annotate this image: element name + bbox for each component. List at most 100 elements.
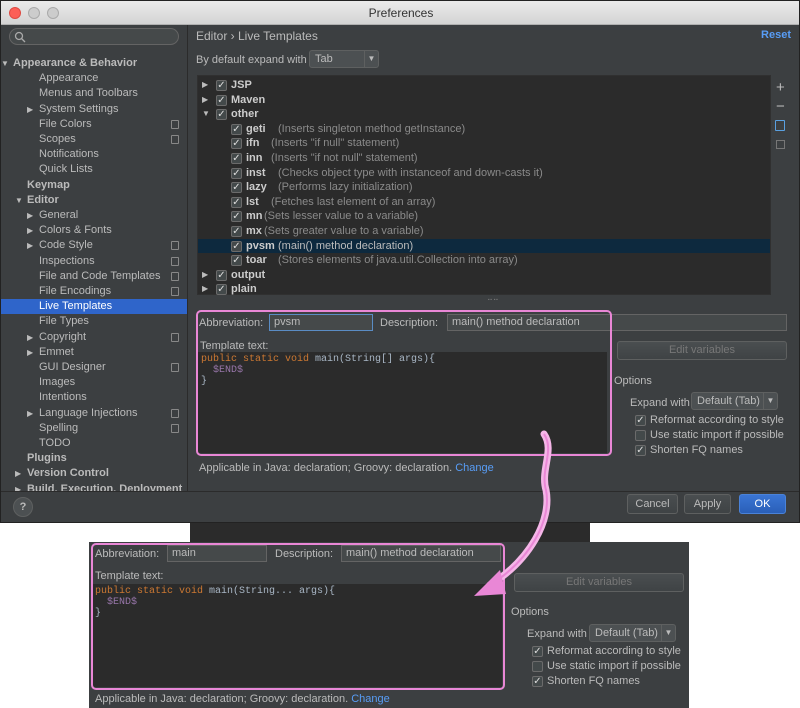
collapsed-arrow-icon[interactable]: ▶ [15, 466, 21, 481]
sidebar-item[interactable]: Notifications [1, 147, 187, 162]
collapsed-arrow-icon[interactable]: ▶ [202, 282, 208, 297]
sidebar-item[interactable]: Spelling [1, 421, 187, 436]
zoom-window-button[interactable] [47, 7, 59, 19]
edit-variables-button[interactable]: Edit variables [617, 341, 787, 360]
collapsed-arrow-icon[interactable]: ▶ [27, 208, 33, 223]
template-row[interactable]: ✓ pvsm (main() method declaration) [198, 238, 770, 254]
template-enabled-checkbox[interactable]: ✓ [231, 167, 242, 179]
template-enabled-checkbox[interactable]: ✓ [231, 182, 242, 194]
sidebar-item[interactable]: Menus and Toolbars [1, 86, 187, 101]
collapsed-arrow-icon[interactable]: ▶ [27, 345, 33, 360]
collapsed-arrow-icon[interactable]: ▶ [27, 238, 33, 253]
sidebar-item[interactable]: ▶ General [1, 208, 187, 223]
template-group-row[interactable]: ▶ ✓ JSP [198, 78, 770, 93]
template-enabled-checkbox[interactable]: ✓ [216, 94, 227, 106]
template-enabled-checkbox[interactable]: ✓ [231, 240, 242, 252]
sidebar-item[interactable]: ▶ Emmet [1, 345, 187, 360]
collapsed-arrow-icon[interactable]: ▶ [27, 102, 33, 117]
template-group-row[interactable]: ▶ ✓ output [198, 268, 770, 283]
template-row[interactable]: ✓ mx (Sets greater value to a variable) [198, 224, 770, 239]
splitter-handle[interactable]: ⠒⠒ [487, 296, 499, 305]
static-import-checkbox[interactable]: Use static import if possible [635, 429, 795, 443]
template-enabled-checkbox[interactable]: ✓ [231, 211, 242, 223]
shorten-fq-checkbox[interactable]: ✓ Shorten FQ names [635, 444, 795, 458]
sidebar-item[interactable]: GUI Designer [1, 360, 187, 375]
expand-with-option-select[interactable]: Default (Tab) ▼ [691, 392, 778, 410]
template-enabled-checkbox[interactable]: ✓ [231, 226, 242, 237]
reset-link[interactable]: Reset [761, 29, 791, 41]
template-enabled-checkbox[interactable]: ✓ [216, 80, 227, 91]
template-row[interactable]: ✓ geti (Inserts singleton method getInstan… [198, 122, 770, 137]
sidebar-item[interactable]: ▶ Language Injections [1, 406, 187, 421]
collapsed-arrow-icon[interactable]: ▶ [27, 330, 33, 345]
template-row[interactable]: ✓ lst (Fetches last element of an array) [198, 195, 770, 210]
template-enabled-checkbox[interactable]: ✓ [231, 138, 242, 150]
template-row[interactable]: ✓ lazy (Performs lazy initialization) [198, 180, 770, 195]
template-enabled-checkbox[interactable]: ✓ [216, 284, 227, 296]
template-enabled-checkbox[interactable]: ✓ [231, 255, 242, 267]
sidebar-item[interactable]: ▶ Version Control [1, 466, 187, 481]
template-enabled-checkbox[interactable]: ✓ [216, 109, 227, 121]
add-template-button[interactable]: + [776, 79, 785, 96]
sidebar-item[interactable]: ▼ Editor [1, 193, 187, 208]
template-group-row[interactable]: ▶ ✓ Maven [198, 93, 770, 108]
change-link[interactable]: Change [351, 693, 390, 705]
sidebar-item[interactable]: Keymap [1, 178, 187, 193]
template-group-row[interactable]: ▶ ✓ plain [198, 282, 770, 297]
sidebar-item[interactable]: TODO [1, 436, 187, 451]
sidebar-item[interactable]: Intentions [1, 390, 187, 405]
sidebar-item[interactable]: ▶ System Settings [1, 102, 187, 117]
sidebar-item[interactable]: File Types [1, 314, 187, 329]
expand-with-select[interactable]: Tab ▼ [309, 50, 379, 68]
template-enabled-checkbox[interactable]: ✓ [231, 123, 242, 135]
template-row[interactable]: ✓ inn (Inserts "if not null" statement) [198, 151, 770, 166]
reformat-checkbox[interactable]: ✓ Reformat according to style [635, 414, 795, 428]
sidebar-item[interactable]: ▶ Colors & Fonts [1, 223, 187, 238]
restore-template-icon[interactable] [776, 140, 785, 149]
sidebar-item[interactable]: ▶ Code Style [1, 238, 187, 253]
template-enabled-checkbox[interactable]: ✓ [231, 153, 242, 164]
apply-button[interactable]: Apply [684, 494, 731, 514]
collapsed-arrow-icon[interactable]: ▶ [27, 406, 33, 421]
templates-list[interactable]: ▶ ✓ JSP ▶ ✓ Maven ▼ ✓ other ✓ geti (Inserts singlet… [197, 75, 771, 297]
collapsed-arrow-icon[interactable]: ▶ [202, 93, 208, 108]
ok-button[interactable]: OK [739, 494, 786, 514]
reformat-checkbox[interactable]: ✓ Reformat according to style [532, 645, 687, 659]
help-button[interactable]: ? [13, 497, 33, 517]
minimize-window-button[interactable] [28, 7, 40, 19]
sidebar-item[interactable]: File and Code Templates [1, 269, 187, 284]
expanded-arrow-icon[interactable]: ▼ [202, 107, 210, 122]
template-row[interactable]: ✓ inst (Checks object type with instanceof… [198, 166, 770, 181]
settings-search-input[interactable] [9, 28, 179, 45]
static-import-checkbox[interactable]: Use static import if possible [532, 660, 687, 674]
template-group-row[interactable]: ▼ ✓ other [198, 107, 770, 122]
sidebar-item[interactable]: Inspections [1, 254, 187, 269]
window-title: Preferences [368, 6, 434, 20]
template-enabled-checkbox[interactable]: ✓ [231, 196, 242, 208]
expanded-arrow-icon[interactable]: ▼ [1, 56, 9, 71]
sidebar-item[interactable]: ▼ Appearance & Behavior [1, 56, 187, 71]
sidebar-item[interactable]: Appearance [1, 71, 187, 86]
collapsed-arrow-icon[interactable]: ▶ [202, 268, 208, 283]
sidebar-item[interactable]: Scopes [1, 132, 187, 147]
expand-with-option-select[interactable]: Default (Tab) ▼ [589, 624, 676, 642]
sidebar-item[interactable]: File Encodings [1, 284, 187, 299]
collapsed-arrow-icon[interactable]: ▶ [27, 223, 33, 238]
remove-template-button[interactable]: − [776, 98, 785, 115]
sidebar-item[interactable]: Images [1, 375, 187, 390]
template-enabled-checkbox[interactable]: ✓ [216, 269, 227, 281]
sidebar-item[interactable]: ▶ Copyright [1, 330, 187, 345]
expanded-arrow-icon[interactable]: ▼ [15, 193, 23, 208]
sidebar-item[interactable]: Live Templates [1, 299, 187, 315]
collapsed-arrow-icon[interactable]: ▶ [202, 78, 208, 93]
sidebar-item[interactable]: Quick Lists [1, 162, 187, 177]
close-window-button[interactable] [9, 7, 21, 19]
shorten-fq-checkbox[interactable]: ✓ Shorten FQ names [532, 675, 687, 689]
sidebar-item[interactable]: Plugins [1, 451, 187, 466]
cancel-button[interactable]: Cancel [627, 494, 678, 514]
copy-template-icon[interactable] [775, 120, 785, 131]
template-row[interactable]: ✓ mn (Sets lesser value to a variable) [198, 209, 770, 224]
template-row[interactable]: ✓ ifn (Inserts "if null" statement) [198, 136, 770, 151]
sidebar-item[interactable]: File Colors [1, 117, 187, 132]
template-row[interactable]: ✓ toar (Stores elements of java.util.Colle… [198, 253, 770, 268]
